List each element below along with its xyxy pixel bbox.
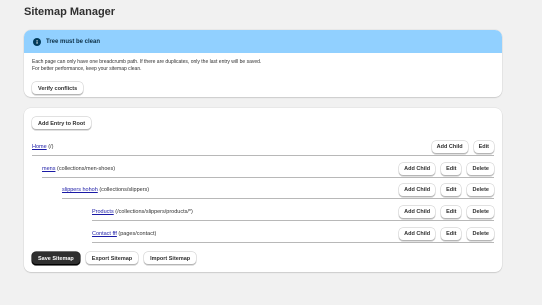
delete-button[interactable]: Delete: [467, 205, 494, 219]
edit-button[interactable]: Edit: [473, 140, 494, 154]
tree-link-contact[interactable]: Contact fff: [92, 231, 117, 237]
page-title: Sitemap Manager: [24, 6, 116, 18]
sitemap-tree-card: Add Entry to Root Home (/) Add Child Edi…: [24, 108, 502, 272]
tree-clean-banner: Tree must be clean Each page can only ha…: [24, 30, 502, 97]
info-icon: [33, 37, 41, 46]
banner-text-line-1: Each page can only have one breadcrumb p…: [32, 59, 262, 65]
banner-header: Tree must be clean: [24, 30, 502, 53]
add-child-button[interactable]: Add Child: [399, 183, 436, 197]
banner-title: Tree must be clean: [46, 38, 101, 45]
verify-conflicts-button[interactable]: Verify conflicts: [32, 82, 84, 95]
add-child-button[interactable]: Add Child: [399, 227, 436, 241]
tree-path-contact: (pages/contact): [118, 231, 157, 237]
banner-text-line-2: For better performance, keep your sitema…: [32, 66, 142, 72]
tree-path-mens: (collections/men-shoes): [56, 166, 116, 172]
delete-button[interactable]: Delete: [467, 183, 494, 197]
tree-link-home[interactable]: Home: [32, 144, 47, 150]
edit-button[interactable]: Edit: [441, 183, 462, 197]
add-child-button[interactable]: Add Child: [399, 205, 436, 219]
import-sitemap-button[interactable]: Import Sitemap: [144, 252, 197, 265]
edit-button[interactable]: Edit: [441, 227, 462, 241]
edit-button[interactable]: Edit: [441, 205, 462, 219]
delete-button[interactable]: Delete: [467, 162, 494, 176]
tree-link-products[interactable]: Products: [92, 209, 114, 215]
edit-button[interactable]: Edit: [441, 162, 462, 176]
save-sitemap-button[interactable]: Save Sitemap: [32, 252, 80, 265]
add-child-button[interactable]: Add Child: [399, 162, 436, 176]
tree-path-slippers: (collections/slippers): [99, 187, 150, 193]
tree-path-products: (/collections/slippers/products/*): [115, 209, 193, 215]
delete-button[interactable]: Delete: [467, 227, 494, 241]
add-child-button[interactable]: Add Child: [431, 140, 468, 154]
export-sitemap-button[interactable]: Export Sitemap: [85, 252, 139, 265]
tree-path-home: (/): [48, 144, 54, 150]
tree-row-mens: mens (collections/men-shoes) Add Child E…: [42, 161, 494, 178]
add-entry-to-root-button[interactable]: Add Entry to Root: [32, 117, 92, 130]
tree-row-contact: Contact fff (pages/contact) Add Child Ed…: [92, 226, 494, 243]
tree-row-products: Products (/collections/slippers/products…: [92, 204, 494, 221]
tree-link-slippers[interactable]: slippers hohoh: [62, 187, 98, 193]
tree-row-slippers: slippers hohoh (collections/slippers) Ad…: [62, 182, 494, 199]
tree-row-home: Home (/) Add Child Edit: [32, 139, 494, 156]
tree-link-mens[interactable]: mens: [42, 166, 55, 172]
sitemap-actions: Save Sitemap Export Sitemap Import Sitem…: [32, 252, 197, 265]
